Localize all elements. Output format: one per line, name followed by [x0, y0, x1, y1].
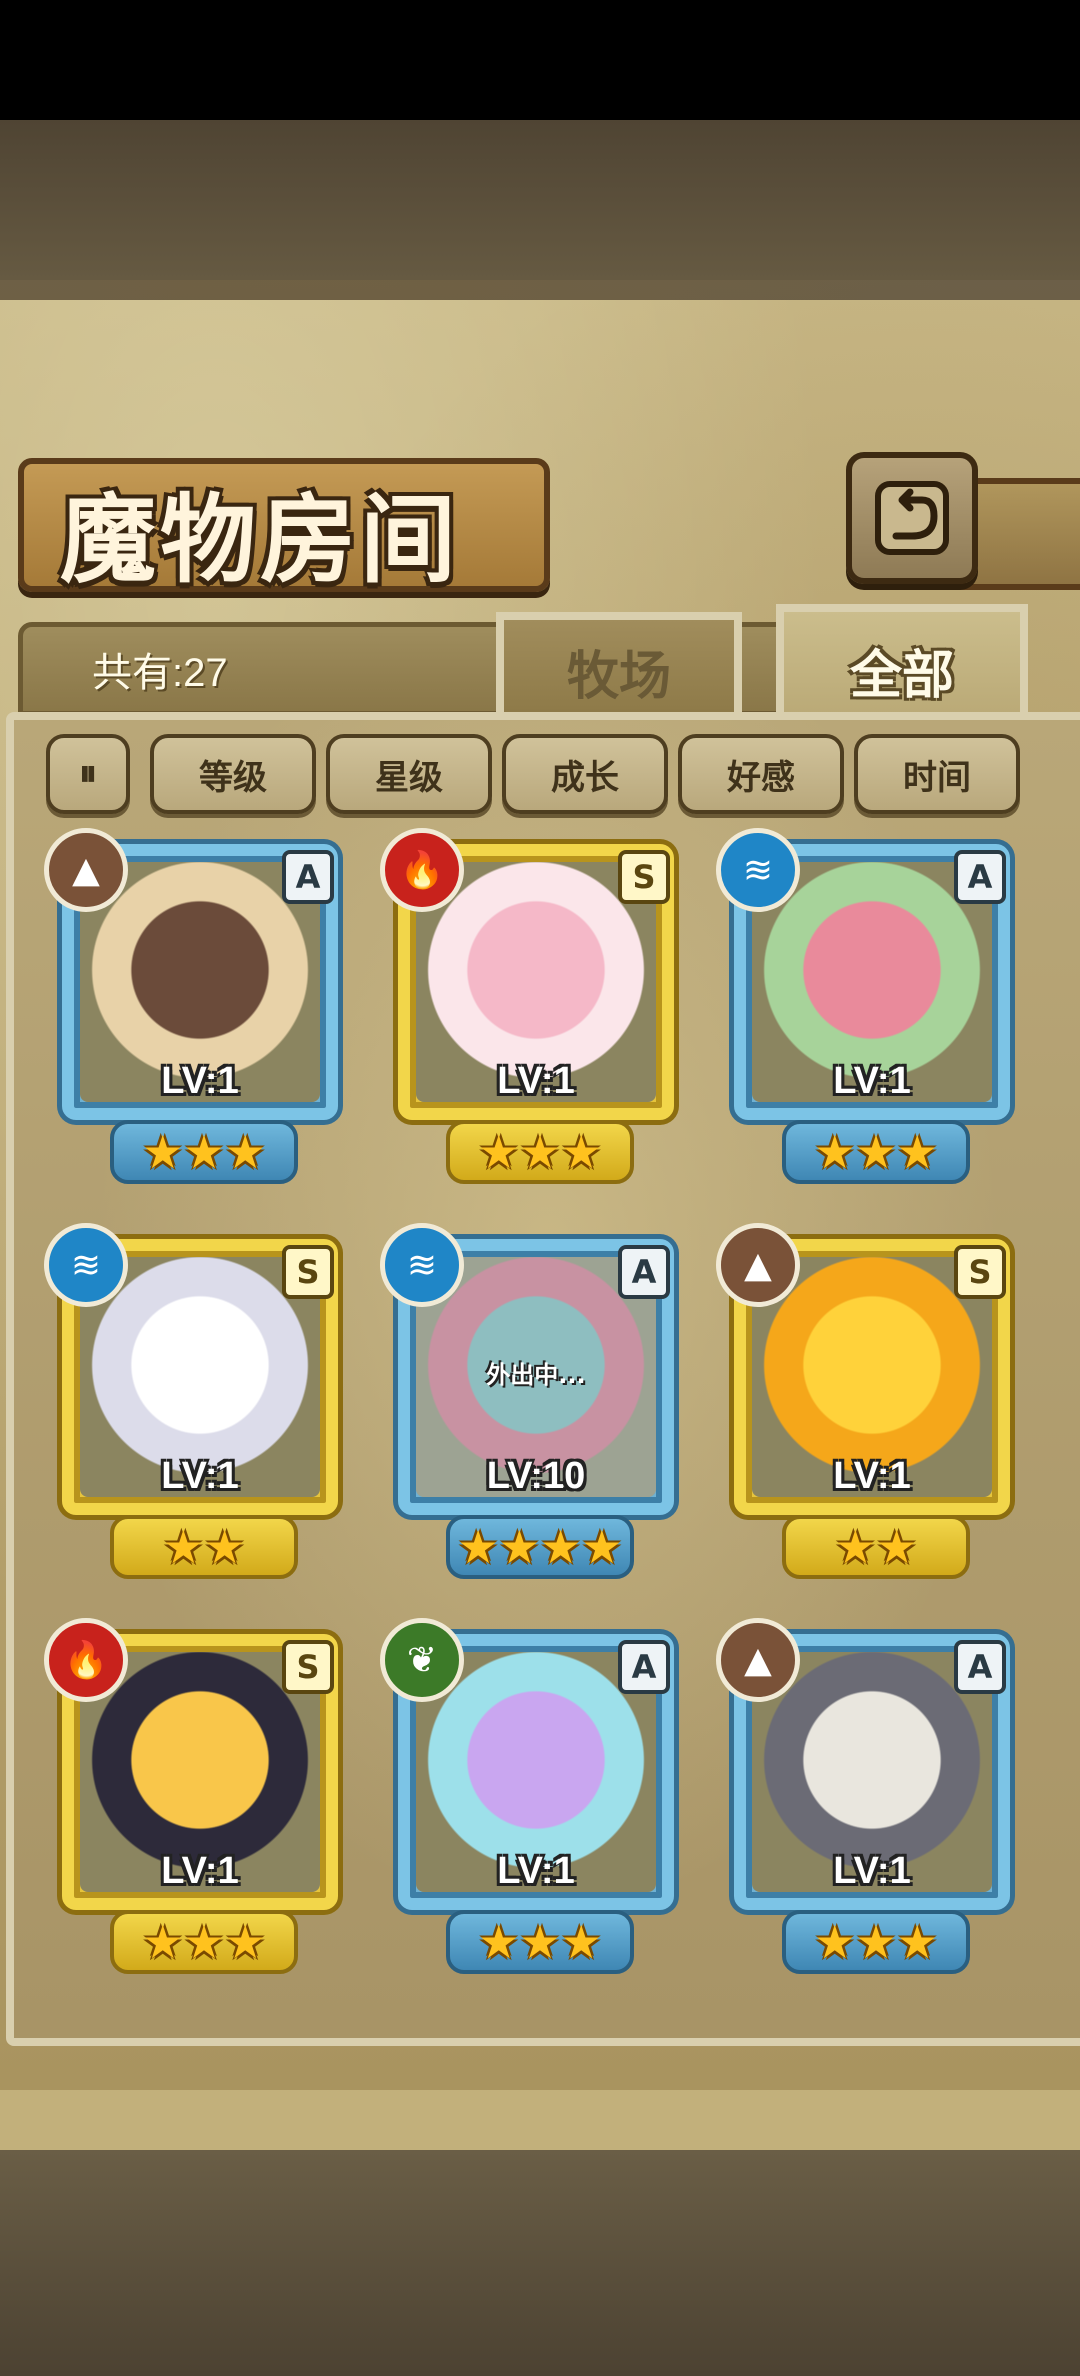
star-rating: ★★★ [782, 1910, 970, 1974]
star-rating: ★★ [782, 1515, 970, 1579]
sort-by-affection-button[interactable]: 好感 [678, 734, 844, 814]
rank-badge: A [954, 1640, 1006, 1694]
total-count: 共有:27 [92, 651, 228, 695]
sort-order-icon: ⏸ [79, 753, 97, 794]
map-banner-bottom [0, 2150, 1080, 2376]
parchment-bottom-edge [0, 2090, 1080, 2150]
page-title: 魔物房间 [60, 483, 460, 596]
earth-element-icon: ▲ [44, 828, 128, 912]
rank-badge: S [618, 850, 670, 904]
level-label: LV:1 [161, 1455, 239, 1497]
sort-by-star-button[interactable]: 星级 [326, 734, 492, 814]
star-rating: ★★★★ [446, 1515, 634, 1579]
level-label: LV:1 [833, 1455, 911, 1497]
sort-by-growth-button[interactable]: 成长 [502, 734, 668, 814]
star-rating: ★★★ [110, 1910, 298, 1974]
earth-element-icon: ▲ [716, 1223, 800, 1307]
water-element-icon: ≋ [380, 1223, 464, 1307]
monster-card[interactable]: S 🔥 LV:1 ★★★ [44, 1618, 350, 1974]
water-element-icon: ≋ [716, 828, 800, 912]
away-status: 外出中... [486, 1361, 586, 1389]
monster-card[interactable]: 外出中... A ≋ LV:10 ★★★★ [380, 1223, 686, 1579]
rank-badge: A [618, 1245, 670, 1299]
level-label: LV:1 [833, 1850, 911, 1892]
back-button-bar [960, 478, 1080, 590]
sort-order-toggle[interactable]: ⏸ [46, 734, 130, 814]
monster-card[interactable]: A ▲ LV:1 ★★★ [716, 1618, 1022, 1974]
level-label: LV:1 [161, 1060, 239, 1102]
star-rating: ★★★ [446, 1120, 634, 1184]
fire-element-icon: 🔥 [380, 828, 464, 912]
rank-badge: S [282, 1245, 334, 1299]
fire-element-icon: 🔥 [44, 1618, 128, 1702]
map-banner-top [0, 120, 1080, 280]
level-label: LV:1 [833, 1060, 911, 1102]
rank-badge: A [954, 850, 1006, 904]
monster-card[interactable]: A ❦ LV:1 ★★★ [380, 1618, 686, 1974]
monster-card[interactable]: A ≋ LV:1 ★★★ [716, 828, 1022, 1184]
level-label: LV:10 [486, 1455, 586, 1497]
sort-by-time-button[interactable]: 时间 [854, 734, 1020, 814]
star-rating: ★★ [110, 1515, 298, 1579]
rank-badge: S [954, 1245, 1006, 1299]
wood-element-icon: ❦ [380, 1618, 464, 1702]
monster-card[interactable]: S ≋ LV:1 ★★ [44, 1223, 350, 1579]
rank-badge: A [618, 1640, 670, 1694]
star-rating: ★★★ [110, 1120, 298, 1184]
sort-by-level-button[interactable]: 等级 [150, 734, 316, 814]
rank-badge: A [282, 850, 334, 904]
monster-card[interactable]: S ▲ LV:1 ★★ [716, 1223, 1022, 1579]
back-return-icon [875, 481, 949, 555]
sort-bar: ⏸ 等级 星级 成长 好感 时间 [46, 734, 1046, 814]
tab-ranch[interactable]: 牧场 [496, 612, 742, 722]
star-rating: ★★★ [782, 1120, 970, 1184]
water-element-icon: ≋ [44, 1223, 128, 1307]
tab-all[interactable]: 全部 [776, 604, 1028, 728]
level-label: LV:1 [497, 1060, 575, 1102]
rank-badge: S [282, 1640, 334, 1694]
back-button[interactable] [846, 452, 978, 584]
monster-card[interactable]: S 🔥 LV:1 ★★★ [380, 828, 686, 1184]
level-label: LV:1 [161, 1850, 239, 1892]
level-label: LV:1 [497, 1850, 575, 1892]
star-rating: ★★★ [446, 1910, 634, 1974]
monster-card[interactable]: A ▲ LV:1 ★★★ [44, 828, 350, 1184]
earth-element-icon: ▲ [716, 1618, 800, 1702]
